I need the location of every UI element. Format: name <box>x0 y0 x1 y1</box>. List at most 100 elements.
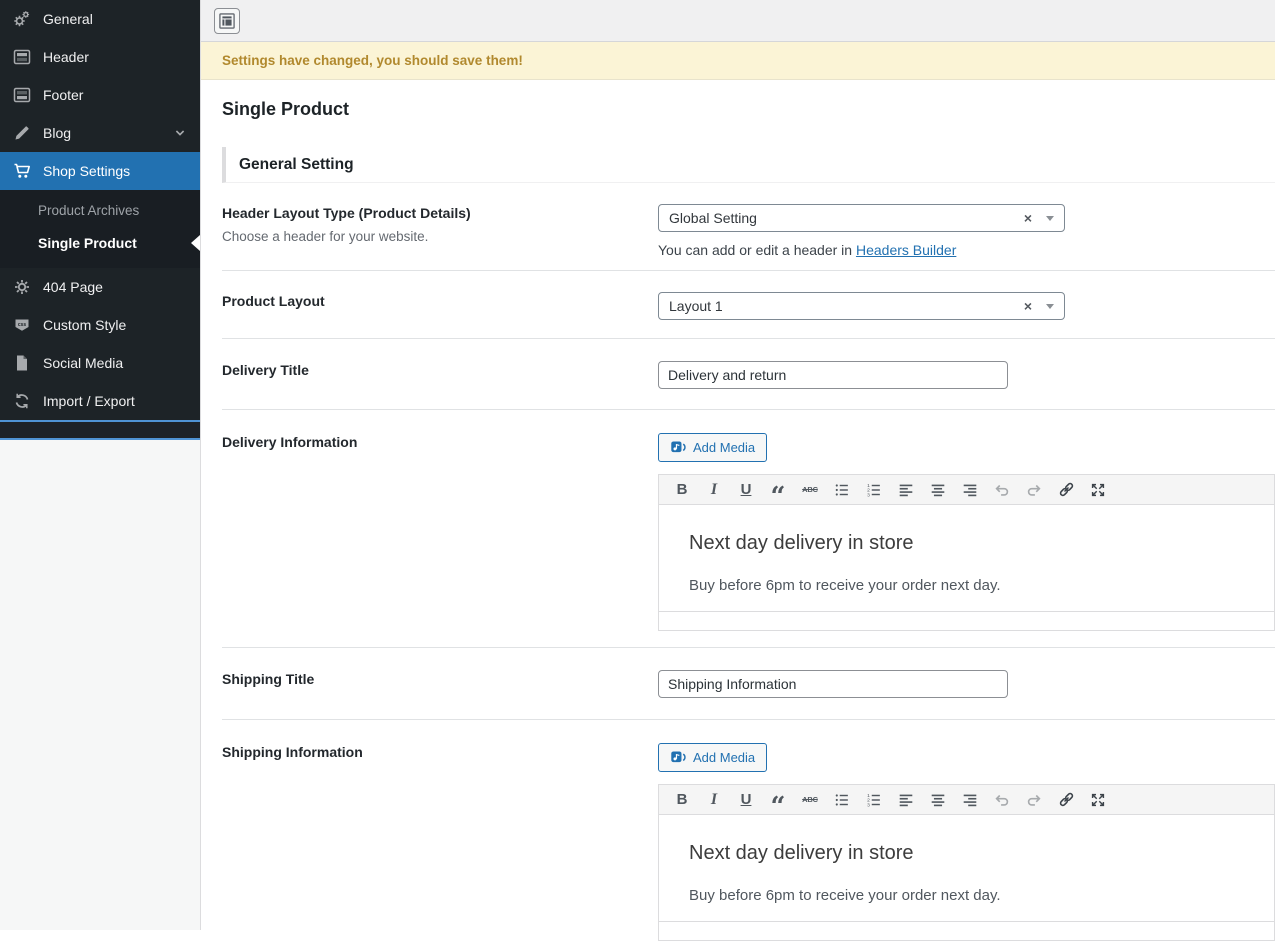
undo-button[interactable] <box>987 787 1017 813</box>
product-layout-select[interactable]: Layout 1 × <box>658 292 1065 320</box>
underline-button[interactable]: U <box>731 787 761 813</box>
sync-icon <box>12 391 32 411</box>
field-label: Header Layout Type (Product Details) <box>222 205 471 221</box>
numbered-list-icon: 123 <box>864 480 884 500</box>
add-media-button[interactable]: Add Media <box>658 743 768 772</box>
fullscreen-button[interactable] <box>1083 477 1113 503</box>
underline-button[interactable]: U <box>731 477 761 503</box>
undo-button[interactable] <box>987 477 1017 503</box>
submenu-item-product-archives[interactable]: Product Archives <box>0 195 200 226</box>
editor-paragraph: Buy before 6pm to receive your order nex… <box>689 887 1001 904</box>
align-right-icon <box>960 480 980 500</box>
italic-icon: I <box>710 790 718 808</box>
align-left-icon <box>896 480 916 500</box>
align-right-button[interactable] <box>955 787 985 813</box>
clear-selection-icon[interactable]: × <box>1024 298 1032 314</box>
header-layout-icon <box>12 47 32 67</box>
chevron-down-icon <box>172 125 188 141</box>
sidebar-item-social-media[interactable]: Social Media <box>0 344 200 382</box>
sidebar-item-label: Blog <box>43 125 72 141</box>
gear-icon <box>12 277 32 297</box>
clear-selection-icon[interactable]: × <box>1024 210 1032 226</box>
section-general-setting: General Setting <box>222 147 1275 183</box>
current-item-arrow <box>191 235 200 251</box>
field-label: Product Layout <box>222 293 325 309</box>
link-button[interactable] <box>1051 477 1081 503</box>
strikethrough-button[interactable]: ABC <box>795 477 825 503</box>
align-right-button[interactable] <box>955 477 985 503</box>
align-left-button[interactable] <box>891 477 921 503</box>
sidebar-item-blog[interactable]: Blog <box>0 114 200 152</box>
footer-layout-icon <box>12 85 32 105</box>
css-badge-icon: css <box>12 315 32 335</box>
cart-icon <box>12 161 32 181</box>
settings-panel: Single Product General Setting Header La… <box>201 80 1275 941</box>
shop-settings-submenu: Product Archives Single Product <box>0 190 200 268</box>
shipping-title-input[interactable] <box>658 670 1008 698</box>
redo-button[interactable] <box>1019 787 1049 813</box>
headers-builder-link[interactable]: Headers Builder <box>856 242 956 258</box>
media-icon <box>670 749 687 766</box>
sidebar-item-label: Custom Style <box>43 317 127 333</box>
selected-value: Global Setting <box>669 210 757 226</box>
header-layout-select[interactable]: Global Setting × <box>658 204 1065 232</box>
bold-icon: B <box>676 791 688 808</box>
sidebar-toggle-button[interactable] <box>214 7 240 34</box>
editor-paragraph: Buy before 6pm to receive your order nex… <box>689 577 1001 594</box>
sidebar-item-label: Header <box>43 49 89 65</box>
blockquote-icon: “ <box>770 481 786 512</box>
editor-heading: Next day delivery in store <box>689 532 914 554</box>
svg-text:3: 3 <box>867 802 870 808</box>
numbered-list-button[interactable]: 123 <box>859 477 889 503</box>
sidebar-item-custom-style[interactable]: css Custom Style <box>0 306 200 344</box>
select-arrow-icon <box>1046 303 1054 309</box>
svg-text:css: css <box>18 322 27 328</box>
bullet-list-button[interactable] <box>827 787 857 813</box>
submenu-item-single-product[interactable]: Single Product <box>0 226 200 260</box>
editor-statusbar <box>659 611 1274 630</box>
bold-button[interactable]: B <box>667 477 697 503</box>
wysiwyg-editor: B I U “ ABC 1 2 3 Next day delivery in store Bu… <box>658 474 1275 631</box>
blockquote-button[interactable]: “ <box>763 787 793 822</box>
topbar <box>201 0 1275 42</box>
blockquote-button[interactable]: “ <box>763 477 793 512</box>
link-button[interactable] <box>1051 787 1081 813</box>
align-center-button[interactable] <box>923 787 953 813</box>
sidebar-item-general[interactable]: General <box>0 0 200 38</box>
strikethrough-button[interactable]: ABC <box>795 787 825 813</box>
sidebar-item-import-export[interactable]: Import / Export <box>0 382 200 420</box>
sidebar-item-header[interactable]: Header <box>0 38 200 76</box>
fullscreen-button[interactable] <box>1083 787 1113 813</box>
page-icon <box>12 353 32 373</box>
media-icon <box>670 439 687 456</box>
editor-content[interactable]: Next day delivery in store Buy before 6p… <box>659 505 1274 611</box>
selected-value: Layout 1 <box>669 298 723 314</box>
page-title: Single Product <box>222 99 350 119</box>
field-label: Shipping Title <box>222 671 315 687</box>
sidebar-item-label: Shop Settings <box>43 163 131 179</box>
italic-button[interactable]: I <box>699 787 729 813</box>
numbered-list-button[interactable]: 123 <box>859 787 889 813</box>
bold-button[interactable]: B <box>667 787 697 813</box>
row-shipping-information: Shipping Information Add Media B I U “ ABC 1 2… <box>222 720 1275 941</box>
align-left-button[interactable] <box>891 787 921 813</box>
collapse-menu-button[interactable] <box>0 420 200 440</box>
align-center-button[interactable] <box>923 477 953 503</box>
bullet-list-icon <box>832 790 852 810</box>
sidebar-item-shop-settings[interactable]: Shop Settings <box>0 152 200 190</box>
bullet-list-button[interactable] <box>827 477 857 503</box>
delivery-title-input[interactable] <box>658 361 1008 389</box>
italic-icon: I <box>710 480 718 498</box>
redo-button[interactable] <box>1019 477 1049 503</box>
sidebar-item-footer[interactable]: Footer <box>0 76 200 114</box>
blockquote-icon: “ <box>770 791 786 822</box>
sidebar-item-404-page[interactable]: 404 Page <box>0 268 200 306</box>
add-media-button[interactable]: Add Media <box>658 433 768 462</box>
italic-button[interactable]: I <box>699 477 729 503</box>
link-icon <box>1056 480 1076 500</box>
editor-toolbar: B I U “ ABC 1 2 3 <box>659 785 1274 822</box>
editor-content[interactable]: Next day delivery in store Buy before 6p… <box>659 815 1274 921</box>
strikethrough-icon: ABC <box>802 485 818 494</box>
strikethrough-icon: ABC <box>802 795 818 804</box>
sidebar-item-label: Social Media <box>43 355 124 371</box>
